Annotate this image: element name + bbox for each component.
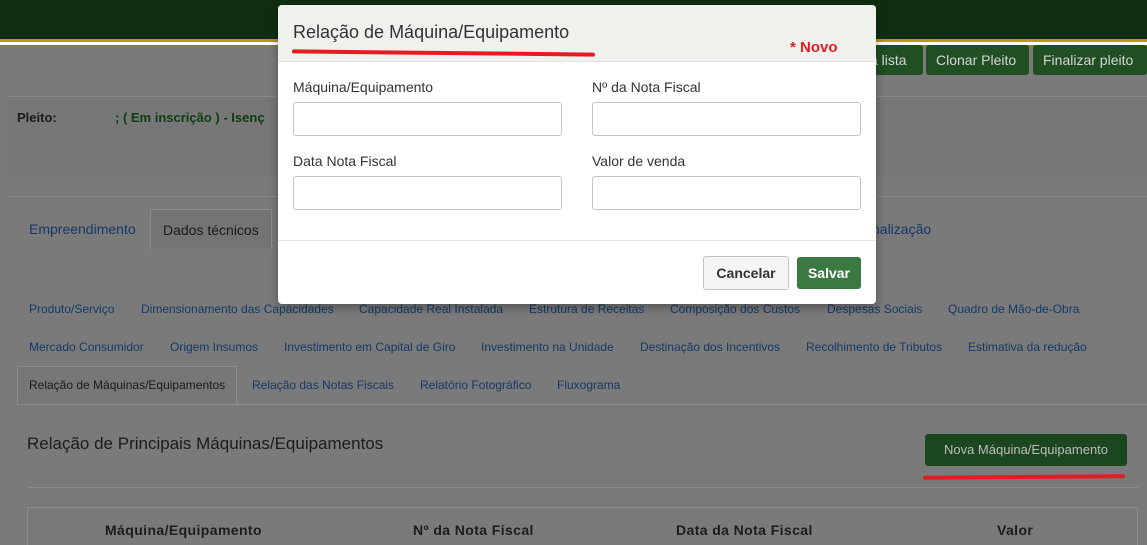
subtab-investimento-unidade[interactable]: Investimento na Unidade — [481, 340, 614, 354]
column-invoice-date[interactable]: Data da Nota Fiscal — [676, 522, 813, 538]
tab-dados-tecnicos[interactable]: Dados técnicos — [150, 209, 272, 249]
machine-label: Máquina/Equipamento — [293, 79, 434, 95]
subtab-despesas-sociais[interactable]: Despesas Sociais — [827, 302, 922, 316]
subtab-capacidade-real[interactable]: Capacidade Real Instalada — [359, 302, 503, 316]
column-value[interactable]: Valor — [997, 522, 1033, 538]
modal-header: Relação de Máquina/Equipamento * Novo — [278, 5, 876, 62]
subtab-relacao-notas[interactable]: Relação das Notas Fiscais — [252, 378, 394, 392]
subtab-mercado-consumidor[interactable]: Mercado Consumidor — [29, 340, 144, 354]
subtab-relacao-maquinas[interactable]: Relação de Máquinas/Equipamentos — [17, 366, 238, 404]
cancel-button[interactable]: Cancelar — [703, 256, 789, 290]
table-header: Máquina/Equipamento Nº da Nota Fiscal Da… — [27, 507, 1138, 545]
invoice-number-label: Nº da Nota Fiscal — [592, 79, 701, 95]
pleito-status: ; ( Em inscrição ) - Isenç — [115, 110, 265, 125]
machine-input[interactable] — [293, 102, 562, 136]
save-button[interactable]: Salvar — [797, 257, 861, 289]
pleito-label: Pleito: — [17, 110, 57, 125]
subtab-fluxograma[interactable]: Fluxograma — [557, 378, 620, 392]
invoice-date-input[interactable] — [293, 176, 562, 210]
subtab-estimativa-reducao[interactable]: Estimativa da redução — [968, 340, 1087, 354]
new-annotation: * Novo — [790, 39, 838, 56]
new-machine-button[interactable]: Nova Máquina/Equipamento — [925, 434, 1127, 466]
annotation-underline — [291, 49, 596, 57]
subtab-recolhimento-tributos[interactable]: Recolhimento de Tributos — [806, 340, 942, 354]
finalize-pleito-button[interactable]: Finalizar pleito — [1033, 45, 1147, 75]
column-machine[interactable]: Máquina/Equipamento — [105, 522, 262, 538]
tab-empreendimento[interactable]: Empreendimento — [17, 209, 148, 249]
subtab-destinacao-incentivos[interactable]: Destinação dos Incentivos — [640, 340, 780, 354]
section-title: Relação de Principais Máquinas/Equipamen… — [27, 434, 384, 453]
subtab-quadro-mao-de-obra[interactable]: Quadro de Mão-de-Obra — [948, 302, 1079, 316]
subtab-composicao-custos[interactable]: Composição dos Custos — [670, 302, 800, 316]
subtab-capital-giro[interactable]: Investimento em Capital de Giro — [284, 340, 455, 354]
subtab-divider — [17, 404, 1147, 405]
section-divider — [27, 487, 1138, 488]
subtab-dimensionamento[interactable]: Dimensionamento das Capacidades — [141, 302, 334, 316]
invoice-date-label: Data Nota Fiscal — [293, 153, 397, 169]
modal-title: Relação de Máquina/Equipamento — [293, 22, 570, 42]
sale-value-input[interactable] — [592, 176, 861, 210]
subtab-estrutura-receitas[interactable]: Estrutura de Receitas — [529, 302, 644, 316]
modal-footer-divider — [278, 240, 876, 241]
annotation-underline — [922, 474, 1126, 480]
subtab-origem-insumos[interactable]: Origem Insumos — [170, 340, 258, 354]
subtab-relatorio-fotografico[interactable]: Relatório Fotográfico — [420, 378, 531, 392]
sale-value-label: Valor de venda — [592, 153, 686, 169]
invoice-number-input[interactable] — [592, 102, 861, 136]
subtab-produto-servico[interactable]: Produto/Serviço — [29, 302, 114, 316]
column-invoice-number[interactable]: Nº da Nota Fiscal — [413, 522, 534, 538]
clone-pleito-button[interactable]: Clonar Pleito — [926, 45, 1029, 75]
machine-modal: Relação de Máquina/Equipamento * Novo Má… — [278, 5, 876, 304]
